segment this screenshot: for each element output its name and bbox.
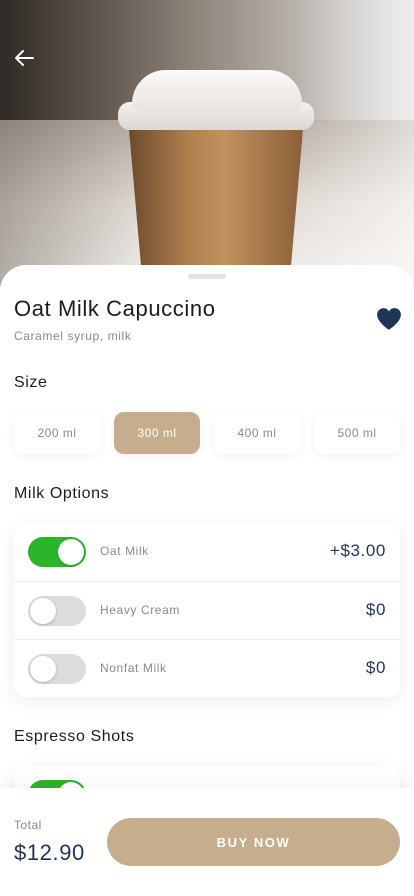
milk-option-price: $0 <box>365 600 386 619</box>
size-option-200ml[interactable]: 200 ml <box>14 412 100 454</box>
coffee-cup-lid <box>132 70 302 112</box>
milk-option-row: Nonfat Milk $0 <box>14 639 400 697</box>
coffee-cup <box>128 118 304 278</box>
buy-now-button[interactable]: BUY NOW <box>107 818 400 866</box>
espresso-shots-label: Espresso Shots <box>14 728 135 745</box>
milk-options-card: Oat Milk +$3.00 Heavy Cream $0 Nonfat Mi… <box>14 523 400 697</box>
size-selector: 200 ml 300 ml 400 ml 500 ml <box>14 412 400 454</box>
milk-option-row: Heavy Cream $0 <box>14 581 400 639</box>
checkout-footer: Total $12.90 BUY NOW <box>0 788 414 896</box>
heart-icon <box>377 308 401 330</box>
nonfat-milk-toggle[interactable] <box>28 654 86 684</box>
milk-option-row: Oat Milk +$3.00 <box>14 523 400 581</box>
sheet-drag-handle[interactable] <box>188 274 226 279</box>
milk-option-name: Oat Milk <box>100 544 149 558</box>
favorite-button[interactable] <box>376 307 402 331</box>
size-option-300ml[interactable]: 300 ml <box>114 412 200 454</box>
back-arrow-icon <box>15 50 34 66</box>
product-hero-image <box>0 0 414 290</box>
size-section-label: Size <box>14 374 48 391</box>
heavy-cream-toggle[interactable] <box>28 596 86 626</box>
milk-option-name: Nonfat Milk <box>100 661 167 675</box>
milk-options-label: Milk Options <box>14 485 110 502</box>
total-label: Total <box>14 818 42 832</box>
milk-option-name: Heavy Cream <box>100 603 180 617</box>
total-price: $12.90 <box>14 840 85 865</box>
product-title: Oat Milk Capuccino <box>14 296 216 321</box>
milk-option-price: +$3.00 <box>329 541 386 560</box>
back-button[interactable] <box>10 44 38 72</box>
size-option-500ml[interactable]: 500 ml <box>314 412 400 454</box>
milk-option-price: $0 <box>365 658 386 677</box>
size-option-400ml[interactable]: 400 ml <box>214 412 300 454</box>
oat-milk-toggle[interactable] <box>28 537 86 567</box>
product-description: Caramel syrup, milk <box>14 329 132 343</box>
